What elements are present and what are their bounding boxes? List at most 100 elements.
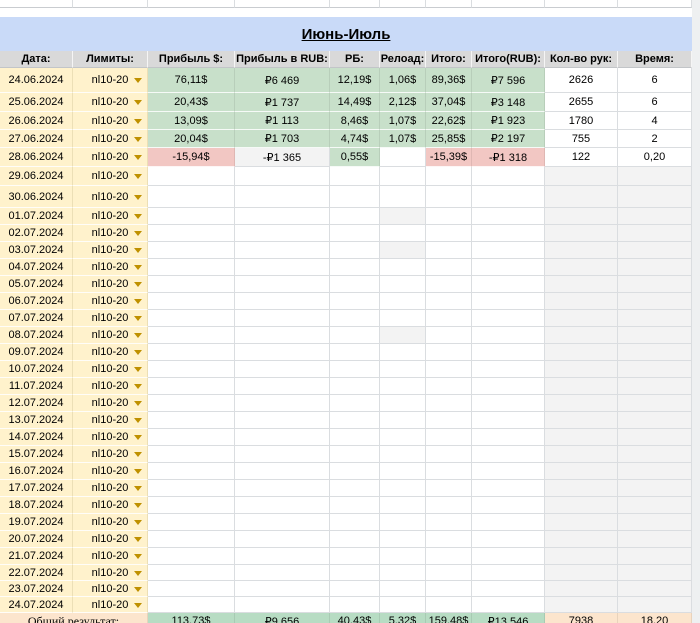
cell-reload[interactable] (380, 412, 426, 429)
dropdown-arrow-icon[interactable] (134, 367, 142, 372)
dropdown-arrow-icon[interactable] (134, 282, 142, 287)
dropdown-arrow-icon[interactable] (134, 248, 142, 253)
cell-date[interactable]: 11.07.2024 (0, 378, 73, 395)
dropdown-arrow-icon[interactable] (134, 520, 142, 525)
cell-date[interactable]: 21.07.2024 (0, 548, 73, 565)
limit-dropdown-cell[interactable]: nl10-20 (73, 581, 148, 597)
cell-date[interactable]: 20.07.2024 (0, 531, 73, 548)
limit-dropdown-cell[interactable]: nl10-20 (73, 565, 148, 581)
cell-time[interactable] (618, 548, 692, 565)
cell-profit-rub[interactable] (235, 208, 330, 225)
cell-reload[interactable] (380, 548, 426, 565)
dropdown-arrow-icon[interactable] (134, 570, 142, 576)
dropdown-arrow-icon[interactable] (134, 100, 142, 105)
cell-rb[interactable]: 4,74$ (330, 130, 380, 148)
total-profit-usd[interactable]: 113,73$ (148, 613, 235, 623)
cell-rb[interactable] (330, 310, 380, 327)
cell-rb[interactable] (330, 581, 380, 597)
cell-total-rub[interactable] (472, 497, 545, 514)
cell-profit-usd[interactable] (148, 225, 235, 242)
cell-profit-usd[interactable] (148, 514, 235, 531)
limit-dropdown-cell[interactable]: nl10-20 (73, 597, 148, 613)
limit-dropdown-cell[interactable]: nl10-20 (73, 68, 148, 93)
cell-profit-usd[interactable] (148, 327, 235, 344)
cell-total[interactable] (426, 446, 472, 463)
cell-profit-rub[interactable] (235, 310, 330, 327)
cell-reload[interactable] (380, 344, 426, 361)
cell-time[interactable] (618, 361, 692, 378)
cell-total-rub[interactable] (472, 293, 545, 310)
dropdown-arrow-icon[interactable] (134, 316, 142, 321)
dropdown-arrow-icon[interactable] (134, 350, 142, 355)
limit-dropdown-cell[interactable]: nl10-20 (73, 167, 148, 186)
cell-total-rub[interactable] (472, 565, 545, 581)
cell-reload[interactable] (380, 276, 426, 293)
cell-hands[interactable] (545, 497, 618, 514)
cell-date[interactable]: 17.07.2024 (0, 480, 73, 497)
cell-profit-rub[interactable] (235, 463, 330, 480)
cell-hands[interactable]: 122 (545, 148, 618, 167)
limit-dropdown-cell[interactable]: nl10-20 (73, 130, 148, 148)
sheet-title-band[interactable]: Июнь-Июль (0, 17, 692, 51)
cell-total-rub[interactable] (472, 581, 545, 597)
cell-hands[interactable] (545, 225, 618, 242)
cell-rb[interactable] (330, 167, 380, 186)
dropdown-arrow-icon[interactable] (134, 214, 142, 219)
limit-dropdown-cell[interactable]: nl10-20 (73, 242, 148, 259)
cell-profit-rub[interactable]: ₽1 113 (235, 112, 330, 130)
cell-reload[interactable] (380, 293, 426, 310)
cell-total-rub[interactable]: -₽1 318 (472, 148, 545, 167)
cell-rb[interactable] (330, 597, 380, 613)
cell-date[interactable]: 02.07.2024 (0, 225, 73, 242)
limit-dropdown-cell[interactable]: nl10-20 (73, 480, 148, 497)
cell-date[interactable]: 16.07.2024 (0, 463, 73, 480)
cell-date[interactable]: 28.06.2024 (0, 148, 73, 167)
cell-date[interactable]: 23.07.2024 (0, 581, 73, 597)
cell-total-rub[interactable]: ₽2 197 (472, 130, 545, 148)
cell-date[interactable]: 18.07.2024 (0, 497, 73, 514)
cell-total-rub[interactable] (472, 378, 545, 395)
cell-total[interactable] (426, 310, 472, 327)
cell-total[interactable] (426, 186, 472, 208)
cell-total[interactable]: -15,39$ (426, 148, 472, 167)
cell-total[interactable] (426, 242, 472, 259)
cell-date[interactable]: 15.07.2024 (0, 446, 73, 463)
cell-total-rub[interactable] (472, 276, 545, 293)
cell-reload[interactable]: 2,12$ (380, 93, 426, 112)
dropdown-arrow-icon[interactable] (134, 435, 142, 440)
limit-dropdown-cell[interactable]: nl10-20 (73, 148, 148, 167)
cell-reload[interactable] (380, 259, 426, 276)
cell-time[interactable] (618, 497, 692, 514)
cell-profit-usd[interactable] (148, 310, 235, 327)
cell-profit-usd[interactable]: -15,94$ (148, 148, 235, 167)
total-rb[interactable]: 40,43$ (330, 613, 380, 623)
cell-profit-usd[interactable]: 20,43$ (148, 93, 235, 112)
dropdown-arrow-icon[interactable] (134, 333, 142, 338)
cell-total-rub[interactable]: ₽3 148 (472, 93, 545, 112)
cell-profit-rub[interactable] (235, 225, 330, 242)
dropdown-arrow-icon[interactable] (134, 602, 142, 608)
cell-reload[interactable] (380, 225, 426, 242)
total-profit-rub[interactable]: ₽9 656 (235, 613, 330, 623)
cell-date[interactable]: 06.07.2024 (0, 293, 73, 310)
dropdown-arrow-icon[interactable] (134, 503, 142, 508)
cell-profit-rub[interactable] (235, 548, 330, 565)
cell-rb[interactable]: 14,49$ (330, 93, 380, 112)
cell-total[interactable]: 22,62$ (426, 112, 472, 130)
cell-total-rub[interactable] (472, 548, 545, 565)
cell-reload[interactable]: 1,07$ (380, 130, 426, 148)
cell-time[interactable] (618, 225, 692, 242)
cell-reload[interactable] (380, 597, 426, 613)
cell-hands[interactable]: 1780 (545, 112, 618, 130)
cell-total[interactable] (426, 208, 472, 225)
cell-time[interactable]: 2 (618, 130, 692, 148)
cell-profit-usd[interactable] (148, 186, 235, 208)
cell-total-rub[interactable] (472, 395, 545, 412)
cell-profit-usd[interactable] (148, 597, 235, 613)
cell-rb[interactable] (330, 361, 380, 378)
limit-dropdown-cell[interactable]: nl10-20 (73, 186, 148, 208)
cell-total[interactable] (426, 548, 472, 565)
cell-profit-rub[interactable]: ₽6 469 (235, 68, 330, 93)
cell-time[interactable] (618, 310, 692, 327)
cell-time[interactable] (618, 327, 692, 344)
